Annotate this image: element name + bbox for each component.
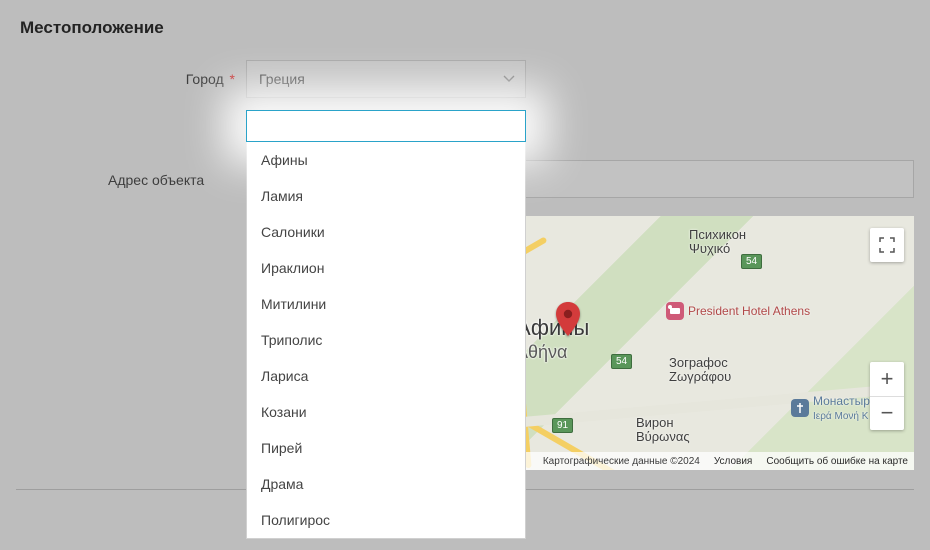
city-option[interactable]: Драма: [247, 466, 525, 502]
fullscreen-button[interactable]: [870, 228, 904, 262]
city-option[interactable]: Салоники: [247, 214, 525, 250]
zoom-out-button[interactable]: −: [870, 396, 904, 431]
map-area-label: Психикон Ψυχικό: [689, 228, 746, 255]
city-option[interactable]: Пирей: [247, 430, 525, 466]
bed-icon: [666, 302, 684, 320]
road-badge: 91: [552, 418, 573, 433]
city-option-list: Афины Ламия Салоники Ираклион Митилини Т…: [246, 142, 526, 539]
city-label: Город *: [175, 71, 235, 87]
map-poi-label: Монастырь Ιερά Μονή Κ: [813, 394, 876, 422]
city-option[interactable]: Полигирос: [247, 502, 525, 538]
map-area-gr: Ζωγράφου: [669, 369, 731, 384]
map-area-label: Вирон Βύρωνας: [636, 416, 690, 443]
road-badge: 54: [611, 354, 632, 369]
required-asterisk: *: [230, 71, 235, 87]
road-badge: 54: [741, 254, 762, 269]
city-option[interactable]: Митилини: [247, 286, 525, 322]
zoom-control: + −: [870, 362, 904, 430]
chevron-down-icon: [503, 75, 515, 83]
city-option[interactable]: Ламия: [247, 178, 525, 214]
city-option[interactable]: Козани: [247, 394, 525, 430]
map-poi-ru: Монастырь: [813, 394, 876, 408]
map-poi-gr: Ιερά Μονή Κ: [813, 411, 868, 422]
city-select-value: Греция: [259, 71, 305, 87]
city-dropdown: Афины Ламия Салоники Ираклион Митилини Т…: [246, 110, 526, 539]
section-title: Местоположение: [20, 18, 164, 38]
map-report-link[interactable]: Сообщить об ошибке на карте: [766, 456, 908, 467]
zoom-in-button[interactable]: +: [870, 362, 904, 396]
address-label: Адрес объекта: [108, 172, 204, 188]
map-poi-label: President Hotel Athens: [688, 304, 810, 318]
map-area-gr: Βύρωνας: [636, 429, 690, 444]
city-search-input[interactable]: [246, 110, 526, 142]
city-label-text: Город: [186, 71, 224, 87]
map-terms-link[interactable]: Условия: [714, 456, 753, 467]
map-poi-hotel[interactable]: President Hotel Athens: [666, 302, 810, 320]
map-area-label: Зографос Ζωγράφου: [669, 356, 731, 383]
map-pin-icon[interactable]: [556, 302, 580, 326]
city-option[interactable]: Лариса: [247, 358, 525, 394]
map-attribution: Картографические данные ©2024: [543, 456, 700, 467]
church-icon: [791, 399, 809, 417]
city-option[interactable]: Ираклион: [247, 250, 525, 286]
city-option[interactable]: Афины: [247, 142, 525, 178]
map-poi-monastery[interactable]: Монастырь Ιερά Μονή Κ: [791, 394, 876, 422]
map-area-gr: Ψυχικό: [689, 241, 730, 256]
city-select[interactable]: Греция: [246, 60, 526, 98]
city-option[interactable]: Триполис: [247, 322, 525, 358]
